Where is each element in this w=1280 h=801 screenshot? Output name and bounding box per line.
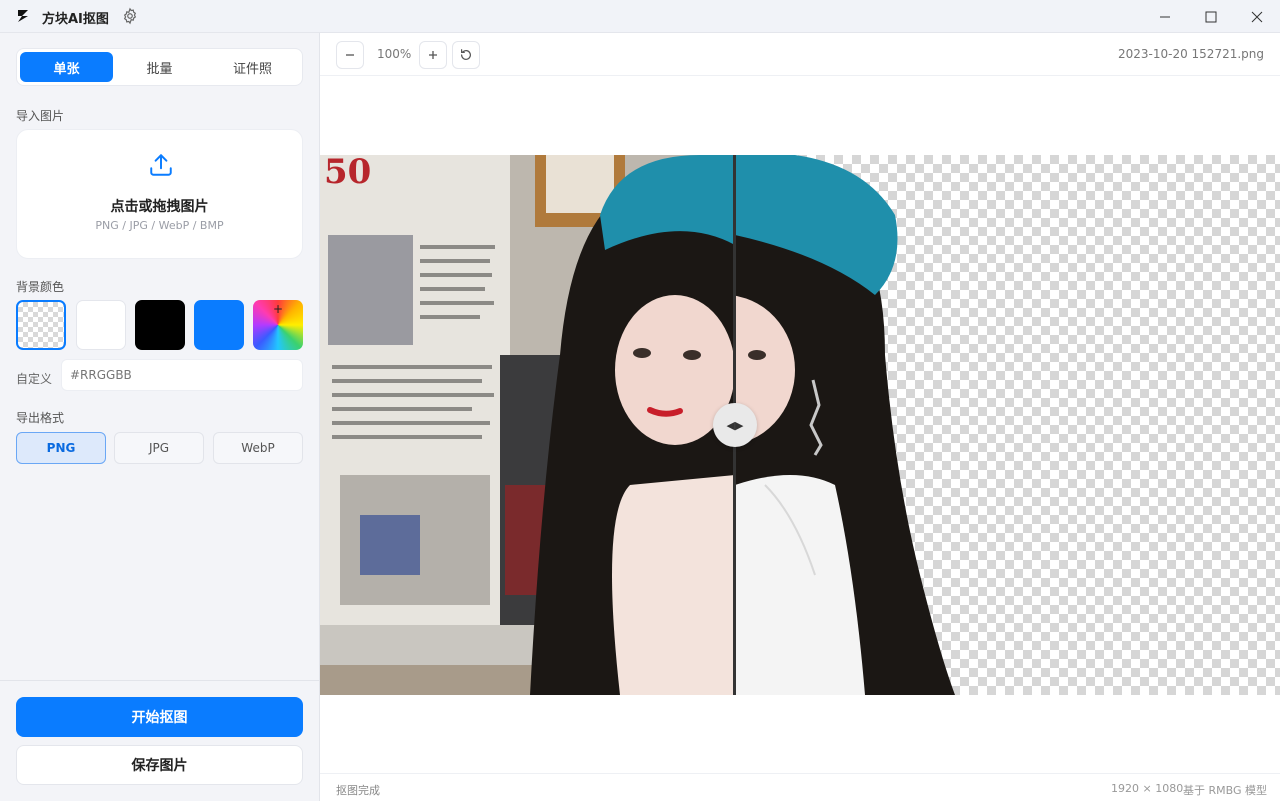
upload-icon xyxy=(150,154,172,176)
upload-hint: PNG / JPG / WebP / BMP xyxy=(95,219,224,232)
gear-icon[interactable] xyxy=(121,7,139,25)
plus-icon xyxy=(429,51,437,59)
tab-batch[interactable]: 批量 xyxy=(113,52,206,82)
format-webp-button[interactable]: WebP xyxy=(213,432,303,464)
rotate-reset-icon xyxy=(461,49,471,60)
swatch-black[interactable] xyxy=(135,300,185,350)
bg-color-label: 背景颜色 xyxy=(16,280,65,294)
import-label: 导入图片 xyxy=(16,109,65,123)
zoom-out-button[interactable] xyxy=(336,41,364,69)
close-button[interactable] xyxy=(1234,0,1280,33)
arrows-left-right-icon: ◀▶ xyxy=(726,418,744,432)
original-image: 50 xyxy=(320,155,735,695)
title-bar: 方块AI抠图 xyxy=(0,0,1280,33)
plus-icon: + xyxy=(273,302,284,316)
sidebar-divider xyxy=(0,680,320,681)
zoom-level: 100% xyxy=(377,47,412,61)
preview-area: 100% 2023-10-20 152721.png 50 ◀▶ 抠图完成 19… xyxy=(320,33,1280,801)
cutout-image xyxy=(735,155,955,695)
transparent-preview xyxy=(735,155,1280,695)
model-info: 基于 RMBG 模型 xyxy=(1183,784,1268,797)
swatch-white[interactable] xyxy=(76,300,126,350)
tab-id-photo[interactable]: 证件照 xyxy=(206,52,299,82)
start-cutout-button[interactable]: 开始抠图 xyxy=(16,697,303,737)
maximize-icon xyxy=(1205,11,1217,22)
reset-zoom-button[interactable] xyxy=(452,41,480,69)
custom-color-input[interactable] xyxy=(61,359,303,391)
format-png-button[interactable]: PNG xyxy=(16,432,106,464)
swatch-custom-gradient[interactable]: + xyxy=(253,300,303,350)
status-bar: 抠图完成 1920 × 1080 基于 RMBG 模型 xyxy=(320,773,1280,801)
maximize-button[interactable] xyxy=(1188,0,1234,33)
app-title: 方块AI抠图 xyxy=(42,12,109,27)
app-logo-icon xyxy=(18,10,28,22)
upload-dropzone[interactable]: 点击或拖拽图片 PNG / JPG / WebP / BMP xyxy=(16,129,303,259)
swatch-transparent[interactable] xyxy=(16,300,66,350)
close-icon xyxy=(1251,11,1263,22)
minimize-icon xyxy=(1160,16,1170,17)
mode-tabs: 单张 批量 证件照 xyxy=(16,48,303,86)
sidebar: 单张 批量 证件照 导入图片 点击或拖拽图片 PNG / JPG / WebP … xyxy=(0,33,320,801)
file-name: 2023-10-20 152721.png xyxy=(1117,47,1264,61)
compare-slider-handle[interactable]: ◀▶ xyxy=(713,403,757,447)
format-jpg-button[interactable]: JPG xyxy=(114,432,204,464)
tab-single[interactable]: 单张 xyxy=(20,52,113,82)
export-format-label: 导出格式 xyxy=(16,411,65,425)
zoom-in-button[interactable] xyxy=(419,41,447,69)
preview-toolbar: 100% 2023-10-20 152721.png xyxy=(320,33,1280,76)
save-image-button[interactable]: 保存图片 xyxy=(16,745,303,785)
image-dimensions: 1920 × 1080 xyxy=(1111,782,1184,795)
minus-icon xyxy=(346,54,354,56)
image-canvas[interactable]: 50 ◀▶ xyxy=(320,155,1280,695)
minimize-button[interactable] xyxy=(1142,0,1188,33)
upload-title: 点击或拖拽图片 xyxy=(110,199,209,215)
custom-color-label: 自定义 xyxy=(16,372,53,386)
swatch-blue[interactable] xyxy=(194,300,244,350)
status-text: 抠图完成 xyxy=(336,784,380,797)
svg-text:50: 50 xyxy=(324,155,371,192)
